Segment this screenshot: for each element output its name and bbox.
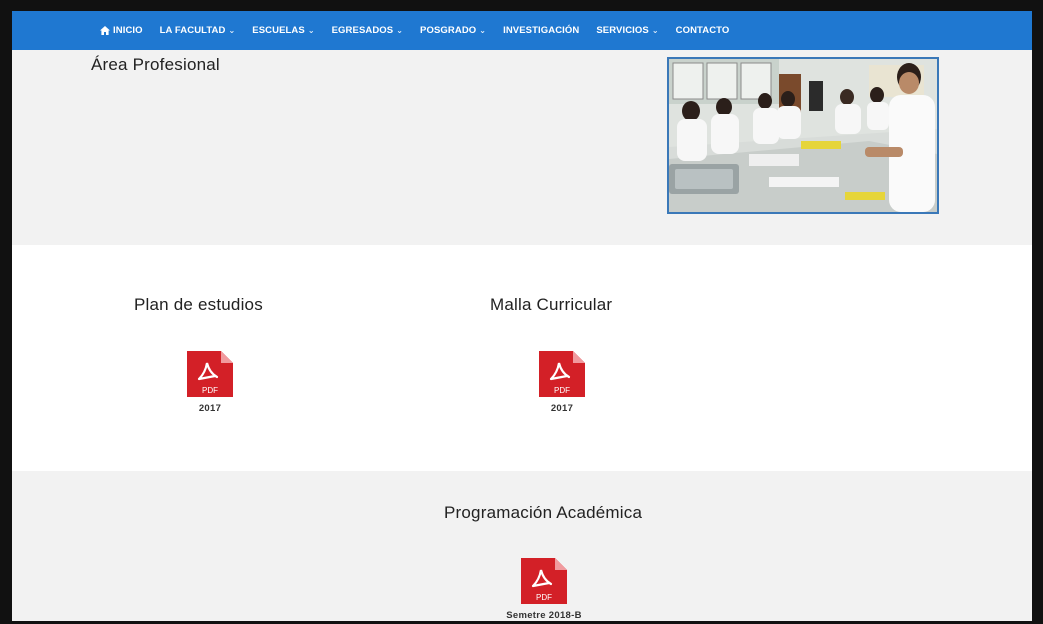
- nav-item-label: POSGRADO: [420, 25, 477, 36]
- plan-de-estudios-pdf-link[interactable]: PDF 2017: [170, 351, 250, 414]
- top-navbar: INICIO LA FACULTAD ⌄ ESCUELAS ⌄ EGRESADO…: [12, 11, 1032, 50]
- nav-item-escuelas[interactable]: ESCUELAS ⌄: [252, 25, 314, 36]
- nav-item-label: LA FACULTAD: [159, 25, 226, 36]
- chevron-down-icon: ⌄: [396, 26, 404, 35]
- home-icon: [100, 26, 110, 35]
- chevron-down-icon: ⌄: [479, 26, 487, 35]
- chevron-down-icon: ⌄: [651, 26, 659, 35]
- pdf-icon-label: PDF: [554, 386, 570, 395]
- nav-item-investigacion[interactable]: INVESTIGACIÓN: [503, 25, 579, 36]
- chevron-down-icon: ⌄: [228, 26, 236, 35]
- nav-item-la-facultad[interactable]: LA FACULTAD ⌄: [160, 25, 236, 36]
- nav-item-egresados[interactable]: EGRESADOS ⌄: [332, 25, 403, 36]
- pdf-icon-label: PDF: [536, 593, 552, 602]
- nav-item-label: INICIO: [113, 25, 143, 36]
- nav-item-label: EGRESADOS: [331, 25, 394, 36]
- pdf-icon: PDF: [521, 558, 567, 604]
- programacion-academica-section: Programación Académica PDF Semetre 2018-…: [12, 471, 1032, 621]
- browser-viewport: INICIO LA FACULTAD ⌄ ESCUELAS ⌄ EGRESADO…: [0, 0, 1043, 624]
- programacion-academica-heading: Programación Académica: [444, 503, 643, 522]
- pdf-icon: PDF: [187, 351, 233, 397]
- pdf-icon: PDF: [539, 351, 585, 397]
- nav-menu: INICIO LA FACULTAD ⌄ ESCUELAS ⌄ EGRESADO…: [100, 11, 746, 50]
- chevron-down-icon: ⌄: [307, 26, 315, 35]
- nav-item-label: INVESTIGACIÓN: [503, 25, 580, 36]
- area-profesional-section: Área Profesional: [12, 50, 1032, 245]
- pdf-icon-label: PDF: [202, 386, 218, 395]
- page-title: Área Profesional: [91, 55, 220, 74]
- pdf-caption: Semetre 2018-B: [506, 610, 582, 621]
- nav-item-label: SERVICIOS: [596, 25, 649, 36]
- pdf-caption: 2017: [198, 403, 222, 414]
- programacion-academica-pdf-link[interactable]: PDF Semetre 2018-B: [504, 558, 584, 621]
- laboratory-photo: [667, 57, 939, 214]
- nav-item-label: CONTACTO: [675, 25, 730, 36]
- malla-curricular-heading: Malla Curricular: [490, 295, 613, 314]
- nav-item-label: ESCUELAS: [252, 25, 305, 36]
- nav-item-inicio[interactable]: INICIO: [100, 25, 143, 36]
- documents-section: Plan de estudios PDF 2017 Malla Curricul…: [12, 245, 1032, 471]
- plan-de-estudios-heading: Plan de estudios: [134, 295, 263, 314]
- nav-item-posgrado[interactable]: POSGRADO ⌄: [420, 25, 486, 36]
- pdf-caption: 2017: [550, 403, 574, 414]
- malla-curricular-pdf-link[interactable]: PDF 2017: [522, 351, 602, 414]
- nav-item-contacto[interactable]: CONTACTO: [676, 25, 730, 36]
- nav-item-servicios[interactable]: SERVICIOS ⌄: [596, 25, 658, 36]
